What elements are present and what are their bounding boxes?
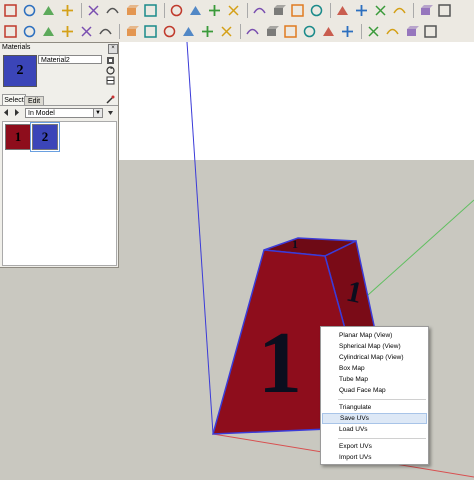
add-detail-icon[interactable] <box>339 23 356 40</box>
menu-separator <box>338 438 426 439</box>
collection-value: In Model <box>28 110 55 117</box>
sample-paint-icon[interactable] <box>105 95 115 105</box>
push-pull-icon[interactable] <box>206 2 223 19</box>
front-face-number: 1 <box>258 315 302 412</box>
toolbar-row-1 <box>0 0 474 21</box>
toolbar-separator <box>164 3 165 18</box>
right-view-icon[interactable] <box>59 23 76 40</box>
close-icon[interactable]: × <box>108 44 118 54</box>
menu-item-cylindrical-map[interactable]: Cylindrical Map (View) <box>322 352 427 363</box>
toolbar-separator <box>240 24 241 39</box>
offset-icon[interactable] <box>289 2 306 19</box>
create-material-icon[interactable] <box>106 56 115 65</box>
material-swatch-2[interactable]: 2 <box>30 122 60 152</box>
menu-item-box-map[interactable]: Box Map <box>322 363 427 374</box>
axes-icon[interactable] <box>391 2 408 19</box>
forward-arrow-icon[interactable] <box>12 108 21 117</box>
display-secondary-browser-icon[interactable] <box>106 76 115 85</box>
eraser-icon[interactable] <box>40 2 57 19</box>
toolbar-separator <box>361 24 362 39</box>
toolbar-separator <box>119 24 120 39</box>
top-view-icon[interactable] <box>21 23 38 40</box>
main-toolbar <box>0 0 474 43</box>
menu-item-save-uvs[interactable]: Save UVs <box>322 413 427 424</box>
details-arrow-icon[interactable] <box>106 108 115 117</box>
textured-icon[interactable] <box>199 23 216 40</box>
menu-item-export-uvs[interactable]: Export UVs <box>322 441 427 452</box>
dimension-icon[interactable] <box>334 2 351 19</box>
smoove-icon[interactable] <box>282 23 299 40</box>
make-component-icon[interactable] <box>21 2 38 19</box>
protractor-icon[interactable] <box>353 2 370 19</box>
iso-view-icon[interactable] <box>2 23 19 40</box>
stamp-icon[interactable] <box>301 23 318 40</box>
menu-item-triangulate[interactable]: Triangulate <box>322 402 427 413</box>
freehand-icon[interactable] <box>168 2 185 19</box>
menu-item-planar-map[interactable]: Planar Map (View) <box>322 330 427 341</box>
reset-color-icon[interactable] <box>106 66 115 75</box>
toolbar-row-2 <box>0 21 474 42</box>
flip-edge-icon[interactable] <box>365 23 382 40</box>
polygon-icon[interactable] <box>123 2 140 19</box>
arc-icon[interactable] <box>142 2 159 19</box>
follow-me-icon[interactable] <box>251 2 268 19</box>
menu-separator <box>338 399 426 400</box>
left-view-icon[interactable] <box>97 23 114 40</box>
text-icon[interactable] <box>372 2 389 19</box>
3d-text-icon[interactable] <box>417 2 434 19</box>
material-list: 1 2 <box>2 121 117 266</box>
menu-item-tube-map[interactable]: Tube Map <box>322 374 427 385</box>
monochrome-icon[interactable] <box>218 23 235 40</box>
drape-icon[interactable] <box>320 23 337 40</box>
material-swatch-1[interactable]: 1 <box>5 124 31 150</box>
material-name-field[interactable]: Material2 <box>38 55 102 64</box>
tape-measure-icon[interactable] <box>308 2 325 19</box>
sandbox-from-contours-icon[interactable] <box>244 23 261 40</box>
paint-bucket-icon[interactable] <box>59 2 76 19</box>
shaded-icon[interactable] <box>180 23 197 40</box>
wireframe-icon[interactable] <box>142 23 159 40</box>
chevron-down-icon: ▼ <box>93 109 102 117</box>
toolbar-separator <box>413 3 414 18</box>
toolbar-separator <box>330 3 331 18</box>
menu-item-import-uvs[interactable]: Import UVs <box>322 452 427 463</box>
navigation-row: In Model ▼ <box>0 105 118 120</box>
scale-figure-icon[interactable] <box>384 23 401 40</box>
solid-subtract-icon[interactable] <box>422 23 439 40</box>
back-arrow-icon[interactable] <box>2 108 11 117</box>
menu-item-load-uvs[interactable]: Load UVs <box>322 424 427 435</box>
materials-panel: Materials × 2 Material2 Select Edit In M… <box>0 42 119 268</box>
collection-dropdown[interactable]: In Model ▼ <box>25 108 103 118</box>
toolbar-separator <box>247 3 248 18</box>
xray-icon[interactable] <box>123 23 140 40</box>
select-icon[interactable] <box>2 2 19 19</box>
solid-union-icon[interactable] <box>403 23 420 40</box>
context-menu: Planar Map (View) Spherical Map (View) C… <box>320 326 429 465</box>
sandbox-from-scratch-icon[interactable] <box>263 23 280 40</box>
top-face-number: 1 <box>292 237 298 251</box>
rotate-icon[interactable] <box>225 2 242 19</box>
scale-icon[interactable] <box>270 2 287 19</box>
panel-title: Materials <box>2 44 31 51</box>
current-material-swatch[interactable]: 2 <box>3 55 37 87</box>
orbit-icon[interactable] <box>436 2 453 19</box>
back-view-icon[interactable] <box>78 23 95 40</box>
rectangle-icon[interactable] <box>85 2 102 19</box>
toolbar-separator <box>81 3 82 18</box>
hidden-line-icon[interactable] <box>161 23 178 40</box>
circle-icon[interactable] <box>104 2 121 19</box>
menu-item-spherical-map[interactable]: Spherical Map (View) <box>322 341 427 352</box>
menu-item-quad-face-map[interactable]: Quad Face Map <box>322 385 427 396</box>
front-view-icon[interactable] <box>40 23 57 40</box>
move-icon[interactable] <box>187 2 204 19</box>
